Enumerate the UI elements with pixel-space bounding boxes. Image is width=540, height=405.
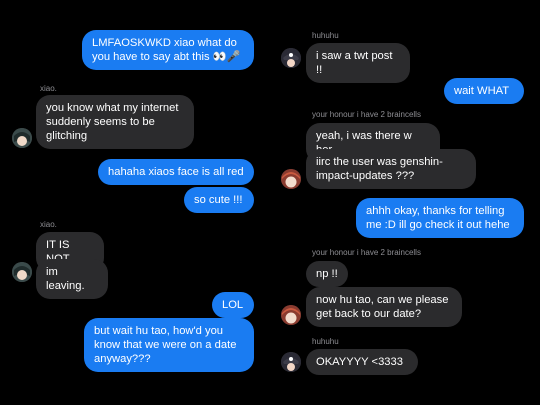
xiao-avatar-icon [12, 262, 32, 282]
xiao-avatar-icon [12, 128, 32, 148]
right-conversation: huhuhu i saw a twt post !! wait WHAT you… [270, 0, 540, 405]
childe-avatar-icon [281, 305, 301, 325]
childe-avatar[interactable] [281, 305, 301, 325]
left-conversation: LMFAOSKWKD xiao what do you have to say … [0, 0, 270, 405]
hutao-avatar-icon [281, 48, 301, 68]
hutao-avatar[interactable] [281, 48, 301, 68]
outgoing-message[interactable]: hahaha xiaos face is all red [98, 159, 254, 185]
outgoing-message[interactable]: wait WHAT [444, 78, 524, 104]
xiao-avatar[interactable] [12, 128, 32, 148]
sender-name: xiao. [40, 84, 57, 93]
outgoing-message[interactable]: so cute !!! [184, 187, 254, 213]
sender-name: your honour i have 2 braincells [312, 248, 421, 257]
childe-avatar-icon [281, 169, 301, 189]
sender-name: your honour i have 2 braincells [312, 110, 421, 119]
incoming-message[interactable]: now hu tao, can we please get back to ou… [306, 287, 462, 327]
incoming-message[interactable]: im leaving. [36, 259, 108, 299]
incoming-message[interactable]: i saw a twt post !! [306, 43, 410, 83]
outgoing-message[interactable]: ahhh okay, thanks for telling me :D ill … [356, 198, 524, 238]
sender-name: xiao. [40, 220, 57, 229]
outgoing-message[interactable]: LMFAOSKWKD xiao what do you have to say … [82, 30, 254, 70]
sender-name: huhuhu [312, 31, 339, 40]
incoming-message[interactable]: iirc the user was genshin-impact-updates… [306, 149, 476, 189]
sender-name: huhuhu [312, 337, 339, 346]
incoming-message[interactable]: np !! [306, 261, 348, 287]
incoming-message[interactable]: you know what my internet suddenly seems… [36, 95, 194, 149]
childe-avatar[interactable] [281, 169, 301, 189]
xiao-avatar[interactable] [12, 262, 32, 282]
incoming-message[interactable]: OKAYYYY <3333 [306, 349, 418, 375]
hutao-avatar-icon [281, 352, 301, 372]
hutao-avatar[interactable] [281, 352, 301, 372]
outgoing-message[interactable]: LOL [212, 292, 254, 318]
outgoing-message[interactable]: but wait hu tao, how'd you know that we … [84, 318, 254, 372]
